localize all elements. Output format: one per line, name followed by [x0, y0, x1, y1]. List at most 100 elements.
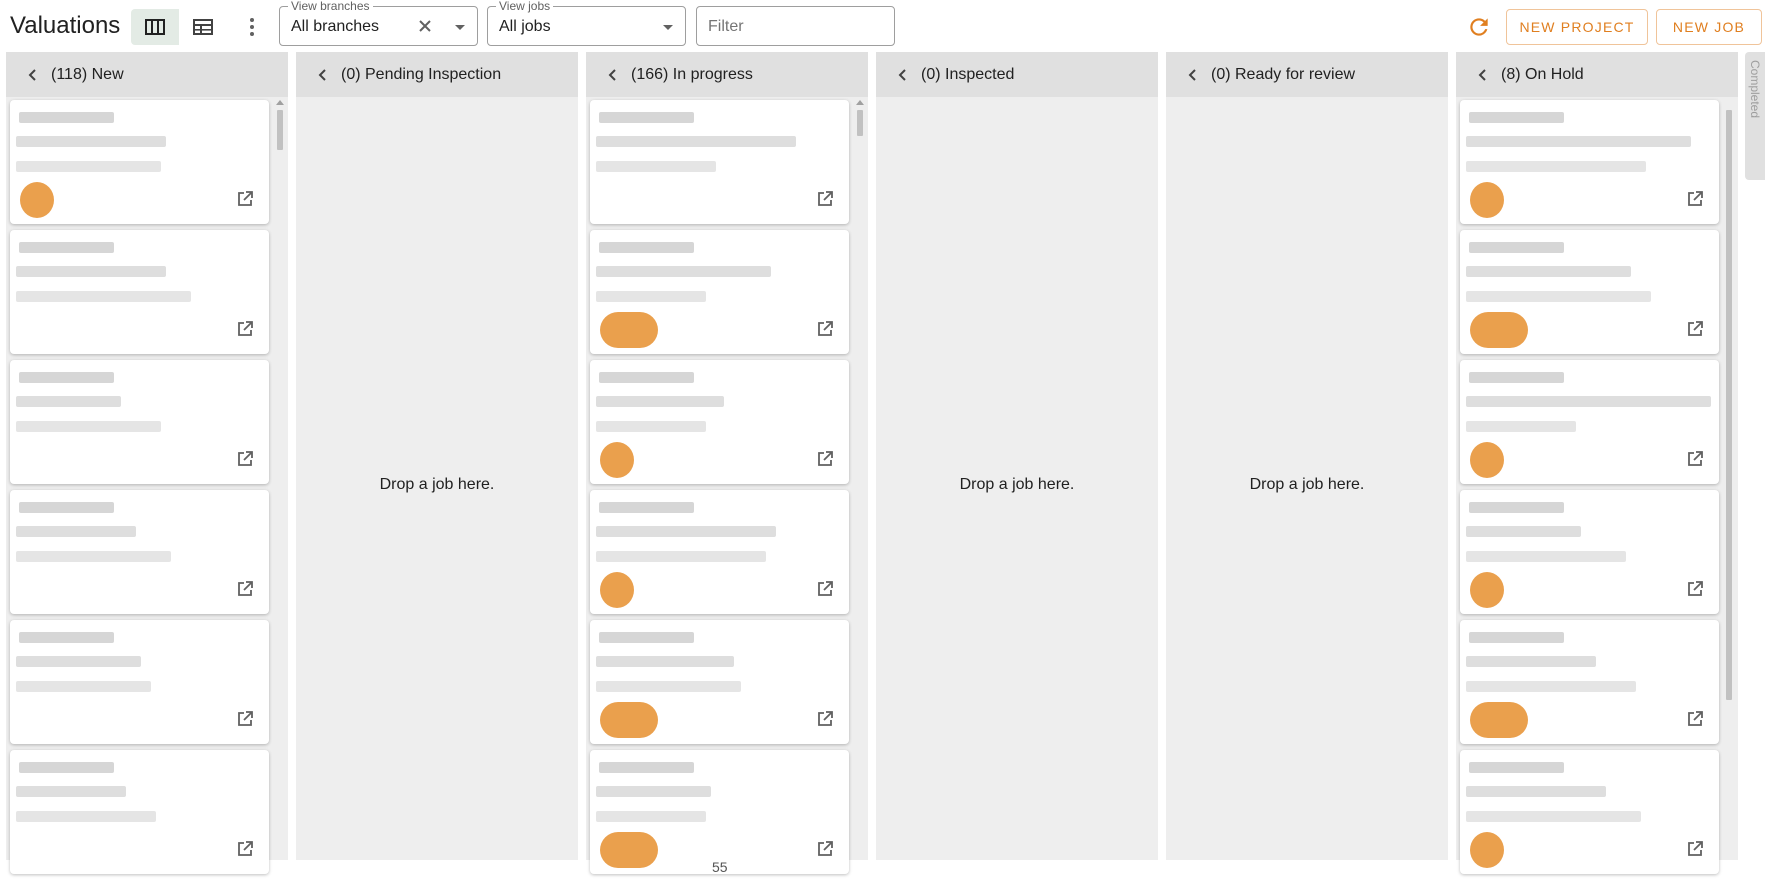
- open-in-new-icon[interactable]: [815, 709, 835, 729]
- job-card[interactable]: [590, 620, 849, 744]
- side-tab-label: Completed: [1748, 60, 1762, 119]
- job-card[interactable]: [10, 750, 269, 874]
- redacted-text: [16, 396, 121, 407]
- redacted-text: [596, 291, 706, 302]
- job-card[interactable]: [10, 490, 269, 614]
- job-card[interactable]: [590, 490, 849, 614]
- open-in-new-icon[interactable]: [235, 189, 255, 209]
- column-new: (118) New: [6, 52, 288, 874]
- job-card[interactable]: [1460, 490, 1719, 614]
- redacted-text: [1469, 242, 1564, 253]
- table-icon: [193, 19, 213, 35]
- kanban-board: (118) New (0) Pending Inspection Drop a …: [0, 52, 1765, 875]
- redacted-text: [596, 681, 741, 692]
- open-in-new-icon[interactable]: [235, 319, 255, 339]
- redacted-text: [599, 112, 694, 123]
- scroll-thumb[interactable]: [277, 110, 283, 150]
- column-header[interactable]: (118) New: [6, 52, 288, 97]
- open-in-new-icon[interactable]: [1685, 839, 1705, 859]
- redacted-text: [1466, 421, 1576, 432]
- scrollbar[interactable]: [856, 100, 864, 860]
- view-jobs-select[interactable]: View jobs All jobs: [487, 0, 686, 46]
- open-in-new-icon[interactable]: [1685, 449, 1705, 469]
- open-in-new-icon[interactable]: [815, 319, 835, 339]
- new-job-button[interactable]: NEW JOB: [1656, 9, 1762, 45]
- avatar: [600, 832, 658, 868]
- open-in-new-icon[interactable]: [1685, 579, 1705, 599]
- chevron-left-icon[interactable]: [1181, 63, 1205, 87]
- redacted-text: [16, 551, 171, 562]
- board-view-button[interactable]: [131, 9, 179, 45]
- job-card[interactable]: [1460, 100, 1719, 224]
- filter-input[interactable]: Filter: [696, 6, 895, 46]
- chevron-left-icon[interactable]: [1471, 63, 1495, 87]
- redacted-text: [1469, 112, 1564, 123]
- chevron-left-icon[interactable]: [891, 63, 915, 87]
- redacted-text: [16, 161, 161, 172]
- top-bar: Valuations View branches All branches Vi…: [0, 0, 1765, 52]
- new-project-button[interactable]: NEW PROJECT: [1506, 9, 1648, 45]
- open-in-new-icon[interactable]: [235, 579, 255, 599]
- completed-side-tab[interactable]: Completed: [1745, 52, 1765, 180]
- chevron-down-icon[interactable]: [663, 25, 673, 30]
- scroll-thumb[interactable]: [1726, 110, 1732, 700]
- table-view-button[interactable]: [179, 9, 227, 45]
- column-header[interactable]: (0) Pending Inspection: [296, 52, 578, 97]
- open-in-new-icon[interactable]: [815, 449, 835, 469]
- column-header[interactable]: (0) Inspected: [876, 52, 1158, 97]
- redacted-text: [16, 811, 156, 822]
- chevron-left-icon[interactable]: [311, 63, 335, 87]
- redacted-text: [19, 632, 114, 643]
- redacted-text: [16, 656, 141, 667]
- redacted-text: [16, 136, 166, 147]
- open-in-new-icon[interactable]: [235, 839, 255, 859]
- job-card[interactable]: [590, 750, 849, 874]
- redacted-text: [1466, 811, 1641, 822]
- close-icon[interactable]: [415, 16, 435, 36]
- job-card[interactable]: [590, 230, 849, 354]
- scroll-thumb[interactable]: [857, 110, 863, 136]
- job-card[interactable]: [1460, 620, 1719, 744]
- redacted-text: [1466, 786, 1606, 797]
- job-card[interactable]: [590, 360, 849, 484]
- more-vert-icon[interactable]: [240, 12, 264, 42]
- job-card[interactable]: [1460, 230, 1719, 354]
- view-branches-select[interactable]: View branches All branches: [279, 0, 478, 46]
- chevron-left-icon[interactable]: [601, 63, 625, 87]
- job-card[interactable]: [1460, 360, 1719, 484]
- avatar: [600, 702, 658, 738]
- open-in-new-icon[interactable]: [815, 579, 835, 599]
- job-card[interactable]: [10, 100, 269, 224]
- redacted-text: [599, 632, 694, 643]
- job-card[interactable]: [1460, 750, 1719, 874]
- open-in-new-icon[interactable]: [235, 709, 255, 729]
- open-in-new-icon[interactable]: [1685, 319, 1705, 339]
- job-card[interactable]: [10, 230, 269, 354]
- drop-zone-text[interactable]: Drop a job here.: [296, 476, 578, 494]
- open-in-new-icon[interactable]: [1685, 189, 1705, 209]
- job-card[interactable]: [10, 360, 269, 484]
- scrollbar[interactable]: [276, 100, 284, 860]
- column-header[interactable]: (8) On Hold: [1456, 52, 1738, 97]
- job-card[interactable]: [10, 620, 269, 744]
- scroll-up-icon[interactable]: [856, 100, 864, 105]
- job-card[interactable]: [590, 100, 849, 224]
- column-header[interactable]: (0) Ready for review: [1166, 52, 1448, 97]
- scrollbar[interactable]: [1725, 100, 1733, 860]
- open-in-new-icon[interactable]: [815, 189, 835, 209]
- scroll-up-icon[interactable]: [276, 100, 284, 105]
- refresh-icon[interactable]: [1466, 14, 1492, 40]
- open-in-new-icon[interactable]: [235, 449, 255, 469]
- open-in-new-icon[interactable]: [1685, 709, 1705, 729]
- view-jobs-value: All jobs: [499, 18, 551, 35]
- drop-zone-text[interactable]: Drop a job here.: [1166, 476, 1448, 494]
- chevron-left-icon[interactable]: [21, 63, 45, 87]
- column-label: (166) In progress: [631, 65, 753, 83]
- column-header[interactable]: (166) In progress: [586, 52, 868, 97]
- redacted-text: [596, 526, 776, 537]
- avatar: [600, 572, 634, 608]
- avatar: [1470, 182, 1504, 218]
- chevron-down-icon[interactable]: [455, 25, 465, 30]
- drop-zone-text[interactable]: Drop a job here.: [876, 476, 1158, 494]
- open-in-new-icon[interactable]: [815, 839, 835, 859]
